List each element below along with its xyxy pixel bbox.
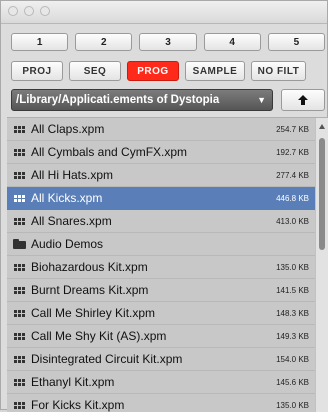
file-size: 148.3 KB: [276, 308, 309, 318]
file-row[interactable]: All Snares.xpm 413.0 KB: [7, 210, 315, 233]
number-button-2[interactable]: 2: [75, 33, 133, 51]
program-file-icon: [7, 263, 31, 271]
scrollbar[interactable]: [315, 118, 328, 412]
file-size: 149.3 KB: [276, 331, 309, 341]
scroll-up-arrow-icon[interactable]: [319, 124, 325, 129]
file-name: Ethanyl Kit.xpm: [31, 375, 115, 389]
program-file-icon: [7, 332, 31, 340]
file-row[interactable]: Ethanyl Kit.xpm 145.6 KB: [7, 371, 315, 394]
minimize-window-button[interactable]: [24, 6, 34, 16]
browser-window: 1 2 3 4 5 PROJ SEQ PROG SAMPLE NO FILT /…: [0, 0, 328, 412]
number-button-row: 1 2 3 4 5: [11, 33, 326, 51]
file-size: 192.7 KB: [276, 147, 309, 157]
file-name: All Kicks.xpm: [31, 191, 103, 205]
file-name: Disintegrated Circuit Kit.xpm: [31, 352, 183, 366]
dropdown-caret-icon: ▼: [257, 95, 266, 105]
path-text: /Library/Applicati.ements of Dystopia: [16, 94, 220, 106]
number-button-3[interactable]: 3: [139, 33, 197, 51]
file-size: 141.5 KB: [276, 285, 309, 295]
close-window-button[interactable]: [8, 6, 18, 16]
mode-button-seq[interactable]: SEQ: [69, 61, 121, 81]
file-name: All Hi Hats.xpm: [31, 168, 114, 182]
mode-button-prog[interactable]: PROG: [127, 61, 179, 81]
file-row[interactable]: All Kicks.xpm 446.8 KB: [7, 187, 315, 210]
file-row[interactable]: Call Me Shirley Kit.xpm 148.3 KB: [7, 302, 315, 325]
program-file-icon: [7, 378, 31, 386]
number-button-4[interactable]: 4: [203, 33, 261, 51]
file-size: 446.8 KB: [276, 193, 309, 203]
program-file-icon: [7, 286, 31, 294]
file-size: 254.7 KB: [276, 124, 309, 134]
number-button-5[interactable]: 5: [267, 33, 326, 51]
number-button-1[interactable]: 1: [11, 33, 69, 51]
program-file-icon: [7, 148, 31, 156]
zoom-window-button[interactable]: [40, 6, 50, 16]
folder-row[interactable]: Audio Demos: [7, 233, 315, 256]
file-row[interactable]: All Claps.xpm 254.7 KB: [7, 118, 315, 141]
file-name: All Claps.xpm: [31, 122, 105, 136]
file-name: Burnt Dreams Kit.xpm: [31, 283, 149, 297]
file-row[interactable]: Disintegrated Circuit Kit.xpm 154.0 KB: [7, 348, 315, 371]
file-row[interactable]: Biohazardous Kit.xpm 135.0 KB: [7, 256, 315, 279]
file-name: All Snares.xpm: [31, 214, 112, 228]
file-size: 145.6 KB: [276, 377, 309, 387]
file-name: All Cymbals and CymFX.xpm: [31, 145, 188, 159]
file-size: 154.0 KB: [276, 354, 309, 364]
folder-icon: [7, 239, 31, 249]
parent-folder-button[interactable]: [281, 89, 325, 111]
program-file-icon: [7, 194, 31, 202]
program-file-icon: [7, 355, 31, 363]
file-size: 135.0 KB: [276, 262, 309, 272]
title-bar: [1, 1, 327, 24]
program-file-icon: [7, 171, 31, 179]
file-name: Audio Demos: [31, 237, 104, 251]
path-row: /Library/Applicati.ements of Dystopia ▼: [11, 89, 325, 111]
mode-button-no-filt[interactable]: NO FILT: [251, 61, 306, 81]
program-file-icon: [7, 309, 31, 317]
file-name: Call Me Shy Kit (AS).xpm: [31, 329, 167, 343]
file-size: 277.4 KB: [276, 170, 309, 180]
file-row[interactable]: Call Me Shy Kit (AS).xpm 149.3 KB: [7, 325, 315, 348]
scrollbar-thumb[interactable]: [319, 138, 325, 250]
file-name: Biohazardous Kit.xpm: [31, 260, 148, 274]
program-file-icon: [7, 125, 31, 133]
mode-button-sample[interactable]: SAMPLE: [185, 61, 245, 81]
file-list: All Claps.xpm 254.7 KB All Cymbals and Cym…: [7, 117, 328, 412]
program-file-icon: [7, 401, 31, 409]
mode-button-proj[interactable]: PROJ: [11, 61, 63, 81]
mode-button-row: PROJ SEQ PROG SAMPLE NO FILT: [11, 61, 325, 81]
file-size: 135.0 KB: [276, 400, 309, 410]
path-dropdown[interactable]: /Library/Applicati.ements of Dystopia ▼: [11, 89, 273, 111]
file-row[interactable]: All Cymbals and CymFX.xpm 192.7 KB: [7, 141, 315, 164]
file-row[interactable]: Burnt Dreams Kit.xpm 141.5 KB: [7, 279, 315, 302]
file-row[interactable]: For Kicks Kit.xpm 135.0 KB: [7, 394, 315, 412]
file-row[interactable]: All Hi Hats.xpm 277.4 KB: [7, 164, 315, 187]
up-arrow-icon: [298, 95, 308, 105]
program-file-icon: [7, 217, 31, 225]
file-size: 413.0 KB: [276, 216, 309, 226]
file-name: Call Me Shirley Kit.xpm: [31, 306, 156, 320]
